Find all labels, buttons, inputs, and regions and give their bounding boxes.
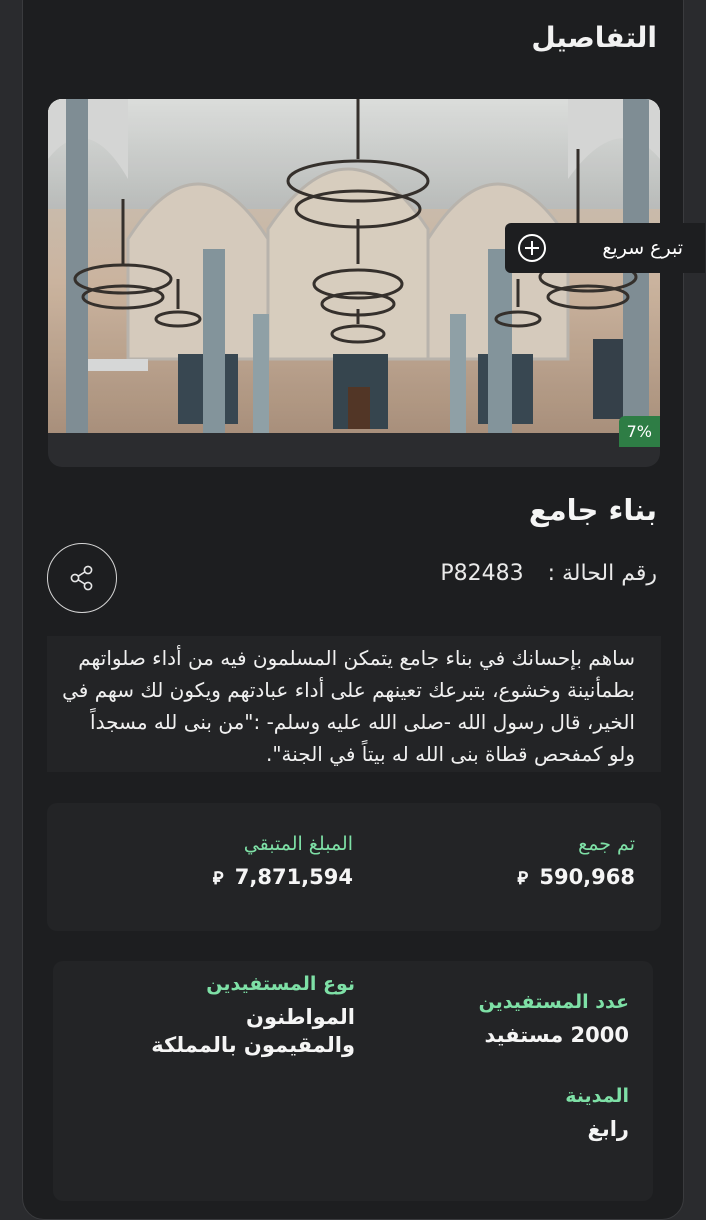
- riyal-icon: ⃁: [517, 868, 529, 889]
- progress-badge: 7%: [618, 416, 660, 447]
- city-value: رابغ: [587, 1117, 629, 1141]
- beneficiaries-count-label: عدد المستفيدين: [478, 991, 629, 1013]
- project-description: ساهم بإحسانك في بناء جامع يتمكن المسلمون…: [47, 636, 661, 772]
- remaining-number: 7,871,594: [234, 865, 353, 889]
- plus-circle-icon: [518, 234, 546, 262]
- collected-value: 590,968 ⃁: [517, 865, 635, 889]
- project-title: بناء جامع: [528, 493, 657, 527]
- amounts-panel: تم جمع 590,968 ⃁ المبلغ المتبقي 7,871,59…: [47, 803, 661, 931]
- city-block: المدينة رابغ: [565, 1085, 629, 1143]
- city-label: المدينة: [565, 1085, 629, 1107]
- collected-label: تم جمع: [578, 833, 635, 855]
- beneficiaries-type-block: نوع المستفيدين المواطنون والمقيمون بالمم…: [135, 973, 355, 1059]
- remaining-amount-block: المبلغ المتبقي 7,871,594 ⃁: [213, 833, 353, 889]
- case-number-value: P82483: [440, 561, 524, 586]
- remaining-value: 7,871,594 ⃁: [213, 865, 353, 889]
- case-number-row: رقم الحالة : P82483: [440, 561, 657, 586]
- share-icon: [70, 565, 93, 591]
- quick-donate-button[interactable]: تبرع سريع: [505, 223, 705, 273]
- collected-number: 590,968: [539, 865, 635, 889]
- beneficiaries-type-label: نوع المستفيدين: [206, 973, 355, 995]
- remaining-label: المبلغ المتبقي: [243, 833, 353, 855]
- beneficiaries-count-value: 2000 مستفيد: [484, 1023, 629, 1047]
- beneficiaries-count-block: عدد المستفيدين 2000 مستفيد: [479, 991, 629, 1049]
- share-button[interactable]: [47, 543, 117, 613]
- quick-donate-label: تبرع سريع: [602, 237, 683, 259]
- details-card: التفاصيل 7% بناء جامع رقم الحالة: P8248…: [22, 0, 684, 1220]
- riyal-icon: ⃁: [212, 868, 224, 889]
- section-title: التفاصيل: [531, 21, 657, 54]
- collected-amount-block: تم جمع 590,968 ⃁: [517, 833, 635, 889]
- beneficiaries-panel: عدد المستفيدين 2000 مستفيد نوع المستفيدي…: [53, 961, 653, 1201]
- beneficiaries-type-value: المواطنون والمقيمون بالمملكة: [151, 1005, 355, 1057]
- project-image-container[interactable]: 7%: [48, 99, 660, 467]
- case-number-label: رقم الحالة :: [547, 561, 657, 586]
